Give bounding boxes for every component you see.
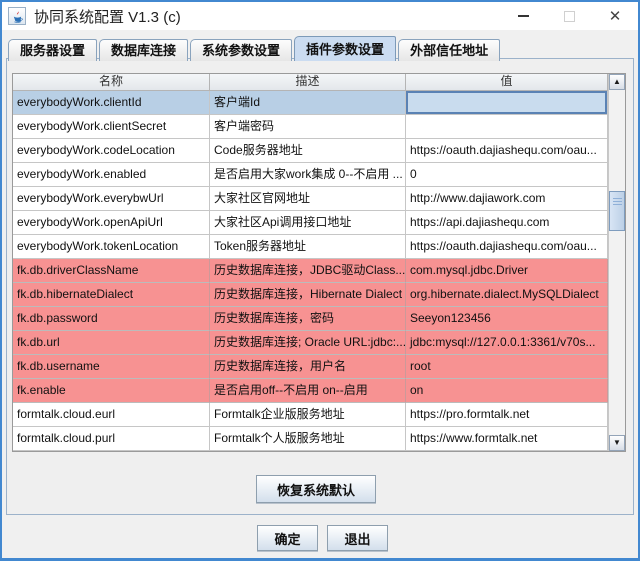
maximize-button[interactable] <box>546 2 592 30</box>
cell-value[interactable]: 0 <box>406 163 608 187</box>
cell-desc[interactable]: Token服务器地址 <box>210 235 406 259</box>
scroll-up-icon: ▲ <box>613 77 621 86</box>
tab-3[interactable]: 系统参数设置 <box>190 39 293 61</box>
scroll-down-icon: ▼ <box>613 438 621 447</box>
scrollbar-thumb[interactable] <box>609 191 625 231</box>
maximize-icon <box>563 10 575 22</box>
cell-name[interactable]: everybodyWork.clientId <box>13 91 210 115</box>
cell-desc[interactable]: 历史数据库连接，Hibernate Dialect <box>210 283 406 307</box>
cell-desc[interactable]: Code服务器地址 <box>210 139 406 163</box>
tab-1[interactable]: 服务器设置 <box>8 39 98 61</box>
table-main: 名称 描述 值 everybodyWork.clientId 客户端Id every… <box>13 74 608 451</box>
cell-desc[interactable]: 历史数据库连接; Oracle URL:jdbc:... <box>210 331 406 355</box>
table-row[interactable]: fk.db.hibernateDialect 历史数据库连接，Hibernate … <box>13 283 608 307</box>
cell-desc[interactable]: Formtalk企业版服务地址 <box>210 403 406 427</box>
table-row[interactable]: formtalk.cloud.purl Formtalk个人版服务地址 https:… <box>13 427 608 451</box>
vertical-scrollbar[interactable]: ▲ ▼ <box>608 74 625 451</box>
table-row[interactable]: fk.db.driverClassName 历史数据库连接，JDBC驱动Class… <box>13 259 608 283</box>
cell-value[interactable] <box>406 115 608 139</box>
cell-name[interactable]: fk.db.username <box>13 355 210 379</box>
restore-defaults-button[interactable]: 恢复系统默认 <box>256 475 376 503</box>
column-header-desc[interactable]: 描述 <box>210 74 406 91</box>
cell-name[interactable]: fk.db.hibernateDialect <box>13 283 210 307</box>
cell-name[interactable]: fk.db.password <box>13 307 210 331</box>
column-header-name[interactable]: 名称 <box>13 74 210 91</box>
cell-desc[interactable]: 大家社区官网地址 <box>210 187 406 211</box>
app-window: 协同系统配置 V1.3 (c) ✕ 服务器设置 数据库连接 系统参数设置 插件参数设置… <box>0 0 640 561</box>
table-row[interactable]: everybodyWork.everybwUrl 大家社区官网地址 http://w… <box>13 187 608 211</box>
tab-2[interactable]: 数据库连接 <box>99 39 189 61</box>
table-row[interactable]: everybodyWork.openApiUrl 大家社区Api调用接口地址 htt… <box>13 211 608 235</box>
tab-5[interactable]: 外部信任地址 <box>398 39 501 61</box>
cell-desc[interactable]: 历史数据库连接，JDBC驱动Class... <box>210 259 406 283</box>
cell-value[interactable]: https://api.dajiashequ.com <box>406 211 608 235</box>
cell-desc[interactable]: 历史数据库连接，用户名 <box>210 355 406 379</box>
cell-name[interactable]: everybodyWork.tokenLocation <box>13 235 210 259</box>
table-row[interactable]: everybodyWork.clientId 客户端Id <box>13 91 608 115</box>
cell-name[interactable]: formtalk.cloud.purl <box>13 427 210 451</box>
cell-name[interactable]: everybodyWork.enabled <box>13 163 210 187</box>
cell-value[interactable]: com.mysql.jdbc.Driver <box>406 259 608 283</box>
table-row[interactable]: fk.enable 是否启用off--不启用 on--启用 on <box>13 379 608 403</box>
cell-value[interactable]: https://www.formtalk.net <box>406 427 608 451</box>
cell-value[interactable]: Seeyon123456 <box>406 307 608 331</box>
table-row[interactable]: everybodyWork.codeLocation Code服务器地址 https… <box>13 139 608 163</box>
table-row[interactable]: formtalk.cloud.eurl Formtalk企业版服务地址 https:… <box>13 403 608 427</box>
java-cup-icon <box>8 7 26 25</box>
cell-name[interactable]: everybodyWork.everybwUrl <box>13 187 210 211</box>
tab-4[interactable]: 插件参数设置 <box>294 36 397 61</box>
cell-name[interactable]: fk.db.url <box>13 331 210 355</box>
cell-value[interactable] <box>406 91 608 115</box>
ok-button[interactable]: 确定 <box>257 525 318 551</box>
parameters-table: 名称 描述 值 everybodyWork.clientId 客户端Id every… <box>12 73 626 452</box>
table-body: everybodyWork.clientId 客户端Id everybodyWork… <box>13 91 608 451</box>
scroll-up-button[interactable]: ▲ <box>609 74 625 90</box>
table-row[interactable]: everybodyWork.tokenLocation Token服务器地址 htt… <box>13 235 608 259</box>
cell-value[interactable]: https://pro.formtalk.net <box>406 403 608 427</box>
cell-desc[interactable]: 客户端密码 <box>210 115 406 139</box>
window-controls: ✕ <box>500 2 638 30</box>
tab-bar: 服务器设置 数据库连接 系统参数设置 插件参数设置 外部信任地址 <box>8 36 502 61</box>
minimize-button[interactable] <box>500 2 546 30</box>
cell-name[interactable]: formtalk.cloud.eurl <box>13 403 210 427</box>
table-row[interactable]: fk.db.url 历史数据库连接; Oracle URL:jdbc:... jdb… <box>13 331 608 355</box>
close-icon: ✕ <box>608 7 622 25</box>
scroll-down-button[interactable]: ▼ <box>609 435 625 451</box>
table-row[interactable]: everybodyWork.clientSecret 客户端密码 <box>13 115 608 139</box>
cell-desc[interactable]: 大家社区Api调用接口地址 <box>210 211 406 235</box>
cell-name[interactable]: everybodyWork.clientSecret <box>13 115 210 139</box>
cell-desc[interactable]: Formtalk个人版服务地址 <box>210 427 406 451</box>
cell-name[interactable]: everybodyWork.codeLocation <box>13 139 210 163</box>
table-row[interactable]: fk.db.username 历史数据库连接，用户名 root <box>13 355 608 379</box>
minimize-icon <box>517 15 529 17</box>
cell-value[interactable]: root <box>406 355 608 379</box>
table-row[interactable]: everybodyWork.enabled 是否启用大家work集成 0--不启用… <box>13 163 608 187</box>
cell-value[interactable]: https://oauth.dajiashequ.com/oau... <box>406 139 608 163</box>
cell-value[interactable]: on <box>406 379 608 403</box>
cell-desc[interactable]: 历史数据库连接，密码 <box>210 307 406 331</box>
close-button[interactable]: ✕ <box>592 2 638 30</box>
table-header: 名称 描述 值 <box>13 74 608 91</box>
exit-button[interactable]: 退出 <box>327 525 388 551</box>
cell-value[interactable]: org.hibernate.dialect.MySQLDialect <box>406 283 608 307</box>
cell-desc[interactable]: 是否启用大家work集成 0--不启用 ... <box>210 163 406 187</box>
cell-name[interactable]: everybodyWork.openApiUrl <box>13 211 210 235</box>
cell-desc[interactable]: 是否启用off--不启用 on--启用 <box>210 379 406 403</box>
column-header-value[interactable]: 值 <box>406 74 608 91</box>
table-row[interactable]: fk.db.password 历史数据库连接，密码 Seeyon123456 <box>13 307 608 331</box>
cell-name[interactable]: fk.enable <box>13 379 210 403</box>
cell-value[interactable]: http://www.dajiawork.com <box>406 187 608 211</box>
cell-value[interactable]: https://oauth.dajiashequ.com/oau... <box>406 235 608 259</box>
title-bar: 协同系统配置 V1.3 (c) ✕ <box>2 2 638 30</box>
cell-desc[interactable]: 客户端Id <box>210 91 406 115</box>
window-title: 协同系统配置 V1.3 (c) <box>34 8 181 26</box>
cell-value[interactable]: jdbc:mysql://127.0.0.1:3361/v70s... <box>406 331 608 355</box>
cell-name[interactable]: fk.db.driverClassName <box>13 259 210 283</box>
